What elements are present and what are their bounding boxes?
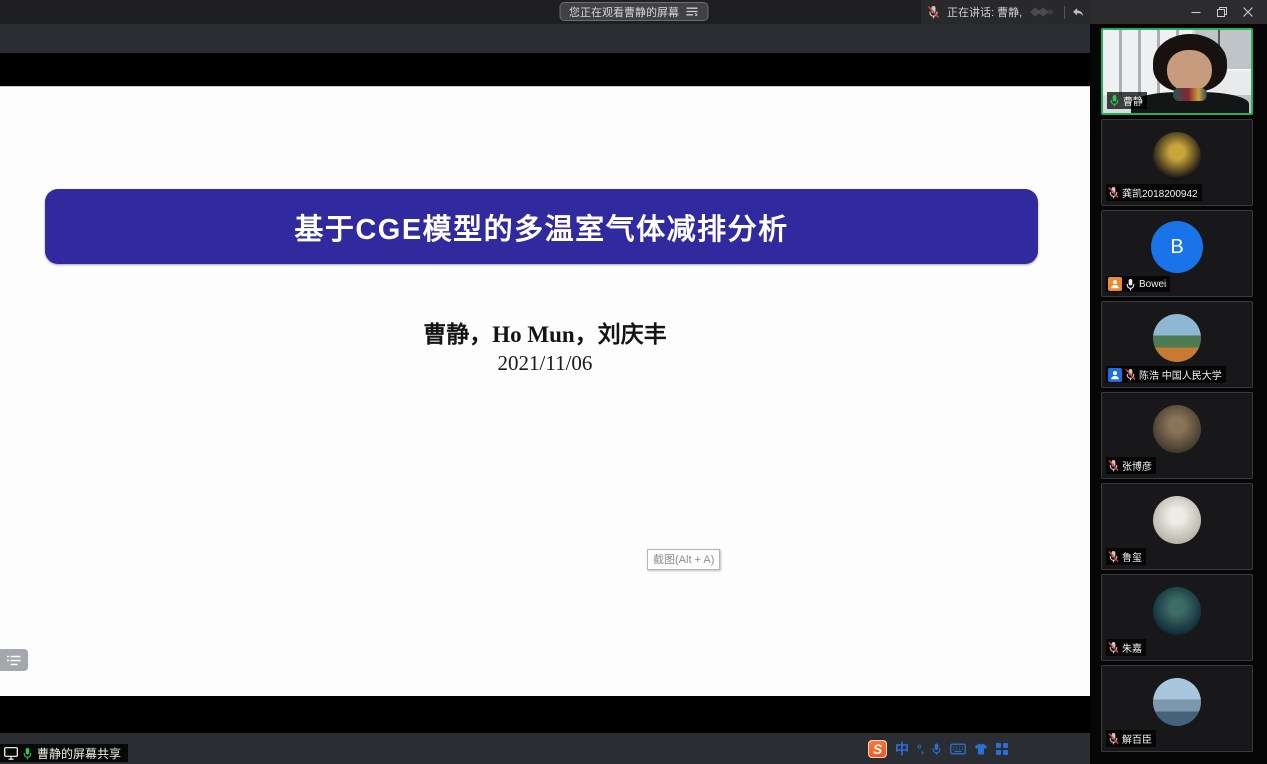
screen-share-icon xyxy=(4,747,18,760)
minimize-icon[interactable] xyxy=(1185,2,1207,22)
screenshot-tooltip: 截图(Alt + A) xyxy=(647,549,720,570)
name-chip: 龚凯2018200942 xyxy=(1106,184,1202,201)
mic-on-icon xyxy=(22,747,33,760)
sogou-logo[interactable]: S xyxy=(868,740,887,758)
mic-icon xyxy=(1125,368,1136,381)
participant-name: 陈浩 中国人民大学 xyxy=(1139,367,1222,382)
restore-icon[interactable] xyxy=(1211,2,1233,22)
back-arrow-icon[interactable] xyxy=(1072,6,1084,19)
avatar xyxy=(1153,678,1201,726)
screen-share-status: 曹静的屏幕共享 xyxy=(0,744,128,762)
avatar-initial: B xyxy=(1170,236,1183,259)
participant-tile[interactable]: 解百臣 xyxy=(1101,665,1253,752)
participant-name: 龚凯2018200942 xyxy=(1122,185,1198,200)
participant-list: 曹静 龚凯2018200942 B xyxy=(1101,28,1253,752)
screen-share-view: 基于CGE模型的多温室气体减排分析 曹静，Ho Mun，刘庆丰 2021/11/… xyxy=(0,24,1090,764)
window-controls xyxy=(1090,0,1267,24)
name-chip: 陈浩 中国人民大学 xyxy=(1106,366,1226,383)
wrap-menu-icon xyxy=(686,7,698,16)
mic-icon xyxy=(1108,641,1119,654)
participants-sidebar: 曹静 龚凯2018200942 B xyxy=(1090,24,1267,764)
role-badge-icon xyxy=(1108,368,1122,382)
titlebar-separator xyxy=(1064,6,1065,19)
meeting-logo xyxy=(1029,5,1057,19)
slide-date: 2021/11/06 xyxy=(0,351,1090,376)
avatar xyxy=(1153,132,1201,180)
avatar xyxy=(1153,405,1201,453)
participant-tile[interactable]: 鲁玺 xyxy=(1101,483,1253,570)
participant-tile[interactable]: 张博彦 xyxy=(1101,392,1253,479)
role-badge-icon xyxy=(1108,277,1122,291)
avatar xyxy=(1153,587,1201,635)
soft-keyboard-icon[interactable] xyxy=(950,743,966,755)
thumbnail-panel-toggle[interactable] xyxy=(0,649,28,671)
participant-tile[interactable]: B Bowei xyxy=(1101,210,1253,297)
name-chip: 张博彦 xyxy=(1106,457,1156,474)
toolbox-grid-icon[interactable] xyxy=(996,743,1008,755)
slide-title-banner: 基于CGE模型的多温室气体减排分析 xyxy=(45,189,1038,264)
slide-bottom-letterbox xyxy=(0,696,1090,733)
skin-icon[interactable] xyxy=(974,743,988,755)
slide-top-letterbox xyxy=(0,53,1090,86)
name-chip: 解百臣 xyxy=(1106,730,1156,747)
participant-name: 张博彦 xyxy=(1122,458,1152,473)
mic-icon xyxy=(1108,459,1119,472)
name-chip: 曹静 xyxy=(1107,92,1147,109)
meeting-window: 您正在观看曹静的屏幕 正在讲话: 曹静, xyxy=(0,0,1267,764)
punctuation-icon[interactable]: °, xyxy=(917,742,923,756)
share-top-strip xyxy=(0,24,1090,53)
participant-name: 曹静 xyxy=(1123,93,1143,108)
participant-name: 解百臣 xyxy=(1122,731,1152,746)
avatar xyxy=(1153,496,1201,544)
participant-name: 鲁玺 xyxy=(1122,549,1142,564)
list-icon xyxy=(7,655,21,666)
sogou-ime-bar: S 中 °, xyxy=(868,738,1008,759)
watching-screen-label: 您正在观看曹静的屏幕 xyxy=(569,4,679,20)
mic-icon xyxy=(1108,732,1119,745)
mic-muted-icon xyxy=(927,5,940,19)
mic-icon xyxy=(1108,550,1119,563)
avatar xyxy=(1153,314,1201,362)
participant-tile[interactable]: 曹静 xyxy=(1101,28,1253,115)
slide-authors: 曹静，Ho Mun，刘庆丰 xyxy=(0,315,1090,349)
slide-title: 基于CGE模型的多温室气体减排分析 xyxy=(294,206,788,248)
speaking-indicator: 正在讲话: 曹静, xyxy=(921,0,1090,24)
name-chip: 朱嘉 xyxy=(1106,639,1146,656)
name-chip: Bowei xyxy=(1106,276,1170,292)
speaking-label: 正在讲话: 曹静, xyxy=(947,4,1022,20)
share-bottom-strip: 曹静的屏幕共享 S 中 °, xyxy=(0,733,1090,764)
mic-icon xyxy=(1109,94,1120,107)
titlebar: 您正在观看曹静的屏幕 正在讲话: 曹静, xyxy=(0,0,1267,24)
watching-screen-pill[interactable]: 您正在观看曹静的屏幕 xyxy=(559,2,708,21)
participant-tile[interactable]: 龚凯2018200942 xyxy=(1101,119,1253,206)
close-icon[interactable] xyxy=(1237,2,1259,22)
mic-icon xyxy=(1108,186,1119,199)
participant-tile[interactable]: 陈浩 中国人民大学 xyxy=(1101,301,1253,388)
screen-share-label: 曹静的屏幕共享 xyxy=(37,745,121,762)
chinese-mode-toggle[interactable]: 中 xyxy=(895,739,909,759)
participant-name: 朱嘉 xyxy=(1122,640,1142,655)
initial-avatar: B xyxy=(1151,221,1203,273)
name-chip: 鲁玺 xyxy=(1106,548,1146,565)
mic-icon xyxy=(1125,278,1136,291)
participant-tile[interactable]: 朱嘉 xyxy=(1101,574,1253,661)
presentation-slide: 基于CGE模型的多温室气体减排分析 曹静，Ho Mun，刘庆丰 2021/11/… xyxy=(0,86,1090,696)
participant-name: Bowei xyxy=(1139,279,1166,290)
voice-input-icon[interactable] xyxy=(931,742,942,756)
